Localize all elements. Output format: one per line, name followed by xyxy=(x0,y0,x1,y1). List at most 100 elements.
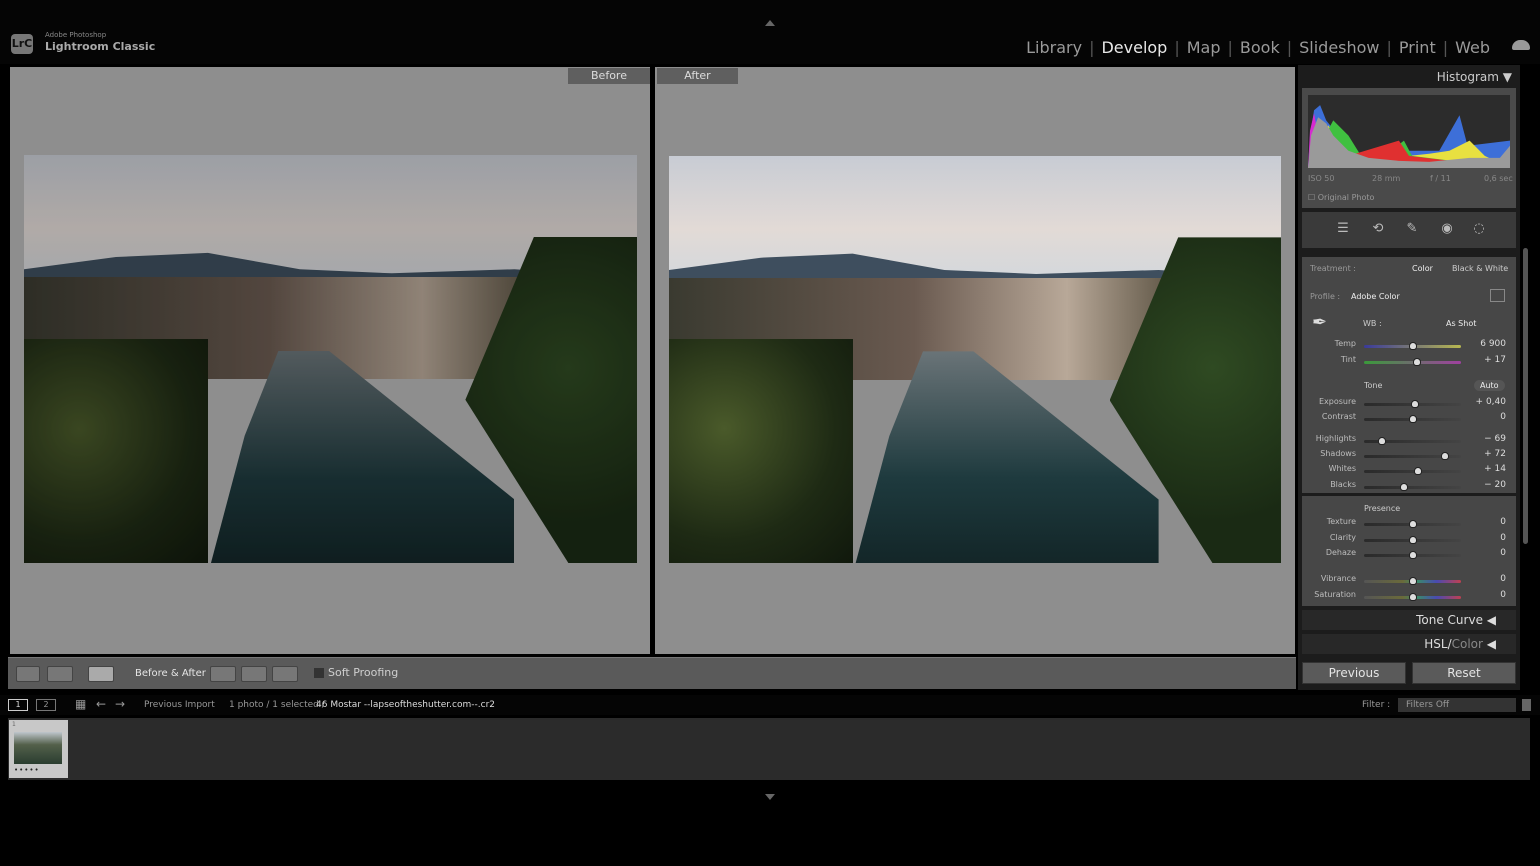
module-print[interactable]: Print xyxy=(1399,38,1436,57)
main-window-button[interactable]: 1 xyxy=(8,699,28,711)
contrast-slider-thumb[interactable] xyxy=(1408,415,1417,423)
exposure-label: Exposure xyxy=(1318,397,1356,406)
module-develop[interactable]: Develop xyxy=(1101,38,1167,57)
after-pane xyxy=(655,67,1295,654)
tint-value[interactable]: + 17 xyxy=(1466,355,1506,365)
original-photo-toggle[interactable]: ☐ Original Photo xyxy=(1308,193,1374,202)
previous-button[interactable]: Previous xyxy=(1302,662,1406,684)
wb-dropdown[interactable]: As Shot xyxy=(1446,319,1476,328)
reset-button[interactable]: Reset xyxy=(1412,662,1516,684)
filmstrip xyxy=(8,718,1530,780)
tint-slider-thumb[interactable] xyxy=(1413,358,1422,366)
treatment-black-white[interactable]: Black & White xyxy=(1452,264,1508,273)
before-pane xyxy=(10,67,650,654)
module-separator: | xyxy=(1286,38,1293,57)
temp-value[interactable]: 6 900 xyxy=(1466,339,1506,349)
back-arrow-icon[interactable]: ← xyxy=(96,697,106,711)
copy-before-to-after-button[interactable] xyxy=(210,666,236,682)
swap-before-after-button[interactable] xyxy=(272,666,298,682)
reference-view-button[interactable] xyxy=(47,666,73,682)
module-slideshow[interactable]: Slideshow xyxy=(1299,38,1379,57)
vibrance-slider-thumb[interactable] xyxy=(1408,577,1417,585)
whites-label: Whites xyxy=(1328,464,1356,473)
vibrance-value[interactable]: 0 xyxy=(1466,574,1506,584)
module-web[interactable]: Web xyxy=(1455,38,1490,57)
saturation-slider-thumb[interactable] xyxy=(1408,593,1417,601)
module-separator: | xyxy=(1442,38,1449,57)
thumbnail-image xyxy=(14,732,62,764)
exposure-slider-thumb[interactable] xyxy=(1411,400,1420,408)
blacks-slider[interactable] xyxy=(1364,486,1461,489)
collapse-top-arrow-icon[interactable] xyxy=(765,20,775,26)
whites-slider-thumb[interactable] xyxy=(1414,467,1423,475)
soft-proofing-checkbox[interactable] xyxy=(314,668,324,678)
module-book[interactable]: Book xyxy=(1240,38,1280,57)
blacks-slider-thumb[interactable] xyxy=(1399,483,1408,491)
whites-slider[interactable] xyxy=(1364,470,1461,473)
exposure-value[interactable]: + 0,40 xyxy=(1466,397,1506,407)
filmstrip-source[interactable]: Previous Import xyxy=(144,700,215,710)
cloud-icon[interactable] xyxy=(1512,40,1530,50)
temp-slider-thumb[interactable] xyxy=(1408,342,1417,350)
highlights-slider-thumb[interactable] xyxy=(1378,437,1387,445)
thumbnail-index: 1 xyxy=(12,721,16,728)
dehaze-value[interactable]: 0 xyxy=(1466,548,1506,558)
treatment-label: Treatment : xyxy=(1310,264,1356,273)
loupe-view-button[interactable] xyxy=(16,666,40,682)
whites-value[interactable]: + 14 xyxy=(1466,464,1506,474)
module-separator: | xyxy=(1386,38,1392,57)
contrast-value[interactable]: 0 xyxy=(1466,412,1506,422)
dehaze-label: Dehaze xyxy=(1325,548,1356,557)
module-picker: Library | Develop | Map | Book | Slideshow | Print… xyxy=(1026,38,1490,57)
texture-slider-thumb[interactable] xyxy=(1408,520,1417,528)
blacks-value[interactable]: − 20 xyxy=(1466,480,1506,490)
texture-label: Texture xyxy=(1326,517,1356,526)
profile-browser-icon[interactable] xyxy=(1490,289,1505,302)
filter-label: Filter : xyxy=(1362,700,1391,710)
collapse-bottom-arrow-icon[interactable] xyxy=(765,794,775,800)
shadows-value[interactable]: + 72 xyxy=(1466,449,1506,459)
before-after-view-button[interactable] xyxy=(88,666,114,682)
hsl-title: HSL xyxy=(1424,637,1448,651)
hsl-panel-header[interactable]: HSL/Color ◀ xyxy=(1302,634,1516,654)
profile-dropdown[interactable]: Adobe Color xyxy=(1351,292,1400,301)
edit-sliders-icon[interactable]: ☰ xyxy=(1336,222,1350,236)
saturation-value[interactable]: 0 xyxy=(1466,590,1506,600)
tint-label: Tint xyxy=(1340,355,1356,364)
highlights-value[interactable]: − 69 xyxy=(1466,434,1506,444)
module-map[interactable]: Map xyxy=(1187,38,1221,57)
red-eye-icon[interactable]: ◉ xyxy=(1440,222,1454,236)
texture-value[interactable]: 0 xyxy=(1466,517,1506,527)
shadows-label: Shadows xyxy=(1320,449,1356,458)
lrc-logo: LrC xyxy=(11,34,33,54)
healing-icon[interactable]: ✎ xyxy=(1405,222,1419,236)
treatment-color[interactable]: Color xyxy=(1412,264,1433,273)
white-balance-picker-icon[interactable]: ✒ xyxy=(1312,312,1327,333)
saturation-label: Saturation xyxy=(1314,590,1356,599)
dehaze-slider-thumb[interactable] xyxy=(1408,551,1417,559)
grid-icon[interactable]: ▦ xyxy=(75,697,86,711)
forward-arrow-icon[interactable]: → xyxy=(115,697,125,711)
masking-icon[interactable]: ◌ xyxy=(1472,222,1486,236)
module-library[interactable]: Library xyxy=(1026,38,1082,57)
filter-dropdown[interactable]: Filters Off xyxy=(1398,698,1516,712)
histogram-header[interactable]: Histogram ▼ xyxy=(1300,70,1512,84)
tone-curve-panel-header[interactable]: Tone Curve ◀ xyxy=(1302,610,1516,630)
copy-after-to-before-button[interactable] xyxy=(241,666,267,682)
clarity-slider-thumb[interactable] xyxy=(1408,536,1417,544)
right-panel-scrollbar[interactable] xyxy=(1523,248,1528,544)
second-window-button[interactable]: 2 xyxy=(36,699,56,711)
after-photo xyxy=(669,156,1281,563)
clarity-value[interactable]: 0 xyxy=(1466,533,1506,543)
thumbnail-rating: ••••• xyxy=(14,766,40,774)
shadows-slider-thumb[interactable] xyxy=(1440,452,1449,460)
iso: ISO 50 xyxy=(1308,174,1335,183)
clarity-label: Clarity xyxy=(1329,533,1356,542)
auto-button[interactable]: Auto xyxy=(1474,380,1505,391)
file-name[interactable]: 46 Mostar --lapseoftheshutter.com--.cr2 xyxy=(316,700,495,710)
histogram-graph xyxy=(1308,95,1510,168)
filter-lock-icon[interactable] xyxy=(1522,699,1531,711)
brand-subtitle: Adobe Photoshop xyxy=(45,31,107,39)
crop-icon[interactable]: ⟲ xyxy=(1371,222,1385,236)
soft-proofing-label: Soft Proofing xyxy=(328,666,399,679)
